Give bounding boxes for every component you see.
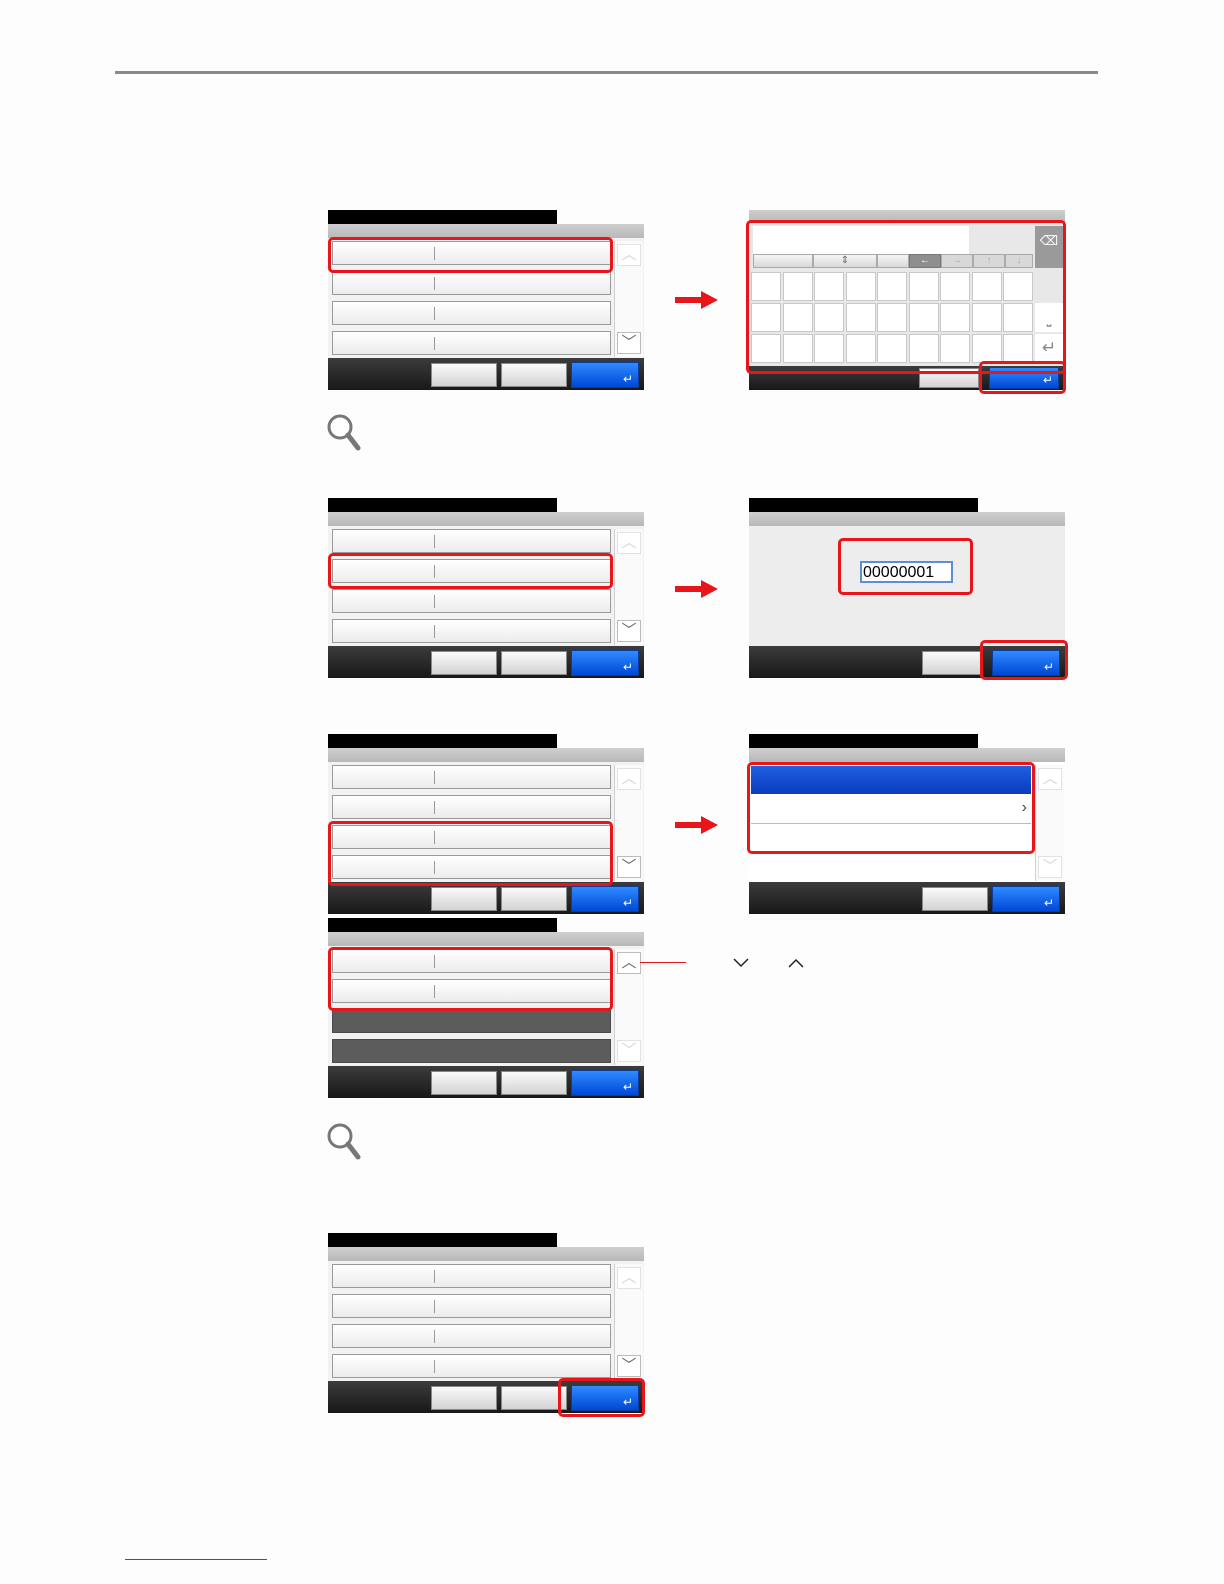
highlight-box xyxy=(328,821,613,886)
ok-button[interactable]: ↵ xyxy=(571,1070,639,1096)
chevron-up-icon xyxy=(788,958,804,968)
settings-list-panel-4: ︿ ﹀ ↵ xyxy=(328,1233,645,1417)
panel-footer: ↵ xyxy=(328,1066,644,1098)
chevron-up-icon[interactable]: ︿ xyxy=(617,952,641,974)
list-item[interactable] xyxy=(332,1324,611,1348)
panel-title-bar xyxy=(749,734,978,748)
footer-button[interactable] xyxy=(501,651,567,675)
list-item[interactable] xyxy=(332,619,611,643)
panel-subheader xyxy=(749,512,1065,526)
list-item[interactable] xyxy=(332,795,611,819)
panel-footer: ↵ xyxy=(328,646,644,678)
list-item[interactable] xyxy=(332,331,611,355)
callout-line xyxy=(640,962,686,963)
chevron-down-icon[interactable]: ﹀ xyxy=(617,1040,641,1062)
panel-title-bar xyxy=(328,734,557,748)
panel-title-bar xyxy=(749,498,978,512)
chevron-down-icon xyxy=(733,958,749,968)
keyboard-panel: ⇕ ← → ↑ ↓ ⌫ ⎵ ↵ ↵ xyxy=(746,210,1066,394)
list-item-empty xyxy=(332,1039,611,1063)
settings-list-panel-2: ︿ ﹀ ↵ xyxy=(328,498,644,678)
chevron-up-icon[interactable]: ︿ xyxy=(617,768,641,790)
right-arrow-icon xyxy=(675,291,719,309)
list-item[interactable] xyxy=(332,1294,611,1318)
panel-subheader xyxy=(328,748,644,762)
chevron-down-icon[interactable]: ﹀ xyxy=(617,856,641,878)
chevron-up-icon[interactable]: ︿ xyxy=(617,244,641,266)
list-item[interactable] xyxy=(332,529,611,553)
panel-frame: ︿ ﹀ ↵ xyxy=(328,512,644,678)
footer-button[interactable] xyxy=(431,1386,497,1410)
panel-subheader xyxy=(328,932,644,946)
highlight-box xyxy=(328,237,613,273)
panel-title-bar xyxy=(328,210,557,224)
settings-list-panel-3: ︿ ﹀ ↵ xyxy=(328,734,644,914)
chevron-up-icon[interactable]: ︿ xyxy=(617,1267,641,1289)
enter-icon: ↵ xyxy=(622,660,633,674)
footer-button[interactable] xyxy=(431,363,497,387)
footer-button[interactable] xyxy=(431,887,497,911)
footer-button[interactable] xyxy=(501,887,567,911)
list-item[interactable] xyxy=(332,1354,611,1378)
enter-icon: ↵ xyxy=(622,896,633,910)
panel-subheader xyxy=(328,224,644,238)
panel-footer: ↵ xyxy=(328,882,644,914)
option-select-panel: › ︿ ﹀ ↵ xyxy=(747,734,1065,914)
highlight-box xyxy=(328,553,613,589)
highlight-box xyxy=(558,1378,645,1417)
settings-list-panel-1: ︿ ﹀ ↵ xyxy=(328,210,644,390)
chevron-down-icon[interactable]: ﹀ xyxy=(617,332,641,354)
panel-title-bar xyxy=(328,1233,557,1247)
ok-button[interactable]: ↵ xyxy=(992,886,1060,912)
highlight-box xyxy=(747,762,1035,854)
highlight-box xyxy=(746,220,1066,374)
ok-button[interactable]: ↵ xyxy=(571,362,639,388)
footer-button[interactable] xyxy=(431,651,497,675)
footer-button[interactable] xyxy=(431,1071,497,1095)
footer-button[interactable] xyxy=(922,887,988,911)
highlight-box xyxy=(980,640,1068,680)
list-item-empty xyxy=(332,1009,611,1033)
panel-title-bar xyxy=(328,918,557,932)
list-item[interactable] xyxy=(332,589,611,613)
list-item[interactable] xyxy=(332,271,611,295)
panel-subheader xyxy=(749,748,1065,762)
footer-button[interactable] xyxy=(501,1071,567,1095)
panel-subheader xyxy=(328,512,644,526)
list-item[interactable] xyxy=(332,765,611,789)
ok-button[interactable]: ↵ xyxy=(571,886,639,912)
panel-footer: ↵ xyxy=(749,882,1065,914)
chevron-down-icon[interactable]: ﹀ xyxy=(1038,856,1062,878)
list-item[interactable] xyxy=(332,1264,611,1288)
list-item[interactable] xyxy=(332,301,611,325)
right-arrow-icon xyxy=(675,816,719,834)
highlight-box xyxy=(979,361,1066,394)
footer-button[interactable] xyxy=(501,363,567,387)
settings-list-panel-scrolled: ︿ ﹀ ↵ xyxy=(328,918,644,1098)
panel-footer: ↵ xyxy=(328,358,644,390)
magnifier-icon xyxy=(327,1123,361,1160)
enter-icon: ↵ xyxy=(622,1080,633,1094)
right-arrow-icon xyxy=(675,580,719,598)
panel-title-bar xyxy=(328,498,557,512)
panel-subheader xyxy=(328,1247,644,1261)
chevron-down-icon[interactable]: ﹀ xyxy=(617,620,641,642)
footer-button[interactable] xyxy=(922,651,982,675)
chevron-down-icon[interactable]: ﹀ xyxy=(617,1355,641,1377)
ok-button[interactable]: ↵ xyxy=(571,650,639,676)
highlight-box xyxy=(838,538,973,595)
header-rule xyxy=(115,71,1098,74)
magnifier-icon xyxy=(327,414,361,451)
enter-icon: ↵ xyxy=(622,372,633,386)
chevron-up-icon[interactable]: ︿ xyxy=(617,532,641,554)
footer-link-underline xyxy=(125,1559,267,1560)
chevron-up-icon[interactable]: ︿ xyxy=(1038,768,1062,790)
highlight-box xyxy=(328,947,613,1011)
enter-icon: ↵ xyxy=(1043,896,1054,910)
number-entry-panel: 00000001 ↵ xyxy=(749,498,1068,680)
